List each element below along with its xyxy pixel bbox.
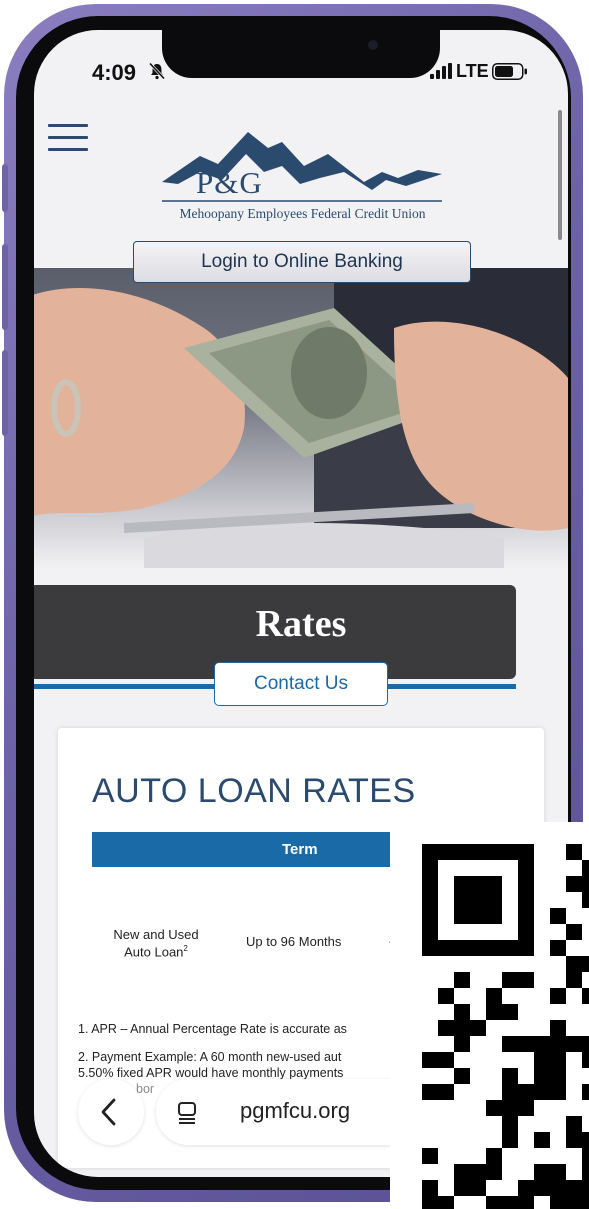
- status-time: 4:09: [92, 60, 137, 85]
- qr-code-icon: [422, 844, 589, 1209]
- volume-up-button: [2, 244, 8, 330]
- hero-image-money-wallet: [34, 268, 568, 568]
- logo-abbreviation: P&G: [196, 165, 263, 200]
- browser-back-button[interactable]: [78, 1079, 144, 1145]
- network-type: LTE: [456, 61, 489, 81]
- table-cell-product: New and Used Auto Loan2: [113, 927, 199, 960]
- rates-table-header: Term: [92, 832, 412, 867]
- front-camera: [368, 40, 378, 50]
- battery-icon: [492, 63, 527, 80]
- footnote-2: 2. Payment Example: A 60 month new-used …: [78, 1050, 342, 1064]
- mute-switch: [2, 164, 8, 212]
- hamburger-menu-icon[interactable]: [48, 124, 88, 152]
- contact-us-button[interactable]: Contact Us: [214, 662, 388, 706]
- column-header-term: Term: [282, 841, 318, 858]
- card-heading: AUTO LOAN RATES: [92, 772, 416, 810]
- login-online-banking-button[interactable]: Login to Online Banking: [133, 241, 471, 283]
- footnote-1: 1. APR – Annual Percentage Rate is accur…: [78, 1022, 347, 1036]
- qr-code-overlay: [390, 822, 589, 1209]
- chevron-left-icon: [101, 1098, 116, 1126]
- bell-slash-icon: [148, 62, 166, 80]
- scrollbar[interactable]: [558, 110, 562, 240]
- table-cell-term: Up to 96 Months: [246, 934, 342, 949]
- volume-down-button: [2, 350, 8, 436]
- url-text: pgmfcu.org: [240, 1098, 351, 1123]
- notch: [162, 30, 440, 78]
- page-title: Rates: [255, 603, 347, 645]
- tabs-icon: [178, 1102, 196, 1124]
- logo-subtitle: Mehoopany Employees Federal Credit Union: [179, 206, 426, 221]
